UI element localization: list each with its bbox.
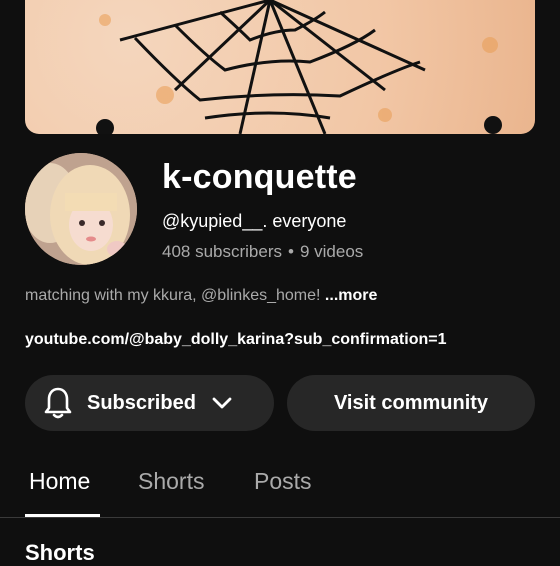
channel-banner <box>25 0 535 134</box>
channel-handle: @kyupied__. everyone <box>162 211 347 231</box>
shorts-section-heading: Shorts <box>25 540 95 565</box>
channel-description[interactable]: matching with my kkura, @blinkes_home! .… <box>25 287 377 305</box>
channel-link[interactable]: youtube.com/@baby_dolly_karina?sub_confi… <box>25 331 446 349</box>
video-count: 9 videos <box>299 242 364 261</box>
visit-community-label: Visit community <box>333 391 489 414</box>
subscribed-label: Subscribed <box>87 391 196 414</box>
channel-tabs: Home Shorts Posts <box>0 464 560 518</box>
bell-icon <box>44 387 72 419</box>
channel-avatar[interactable] <box>25 153 137 265</box>
channel-stats: 408 subscribers • 9 videos <box>162 242 363 262</box>
tabs-divider <box>0 517 560 518</box>
description-text: matching with my kkura, @blinkes_home! <box>25 287 325 304</box>
spider-web-graphic <box>96 0 502 134</box>
avatar-image <box>25 153 137 265</box>
tab-home[interactable]: Home <box>29 468 90 495</box>
subscriber-count: 408 subscribers <box>162 242 283 261</box>
channel-name: k-conquette <box>162 158 357 196</box>
tab-shorts[interactable]: Shorts <box>138 468 204 495</box>
stats-separator: • <box>288 242 294 261</box>
tab-posts[interactable]: Posts <box>254 468 312 495</box>
chevron-down-icon <box>212 397 232 409</box>
more-link[interactable]: ...more <box>325 287 377 304</box>
subscribed-button[interactable]: Subscribed <box>25 375 274 431</box>
visit-community-button[interactable]: Visit community <box>287 375 535 431</box>
